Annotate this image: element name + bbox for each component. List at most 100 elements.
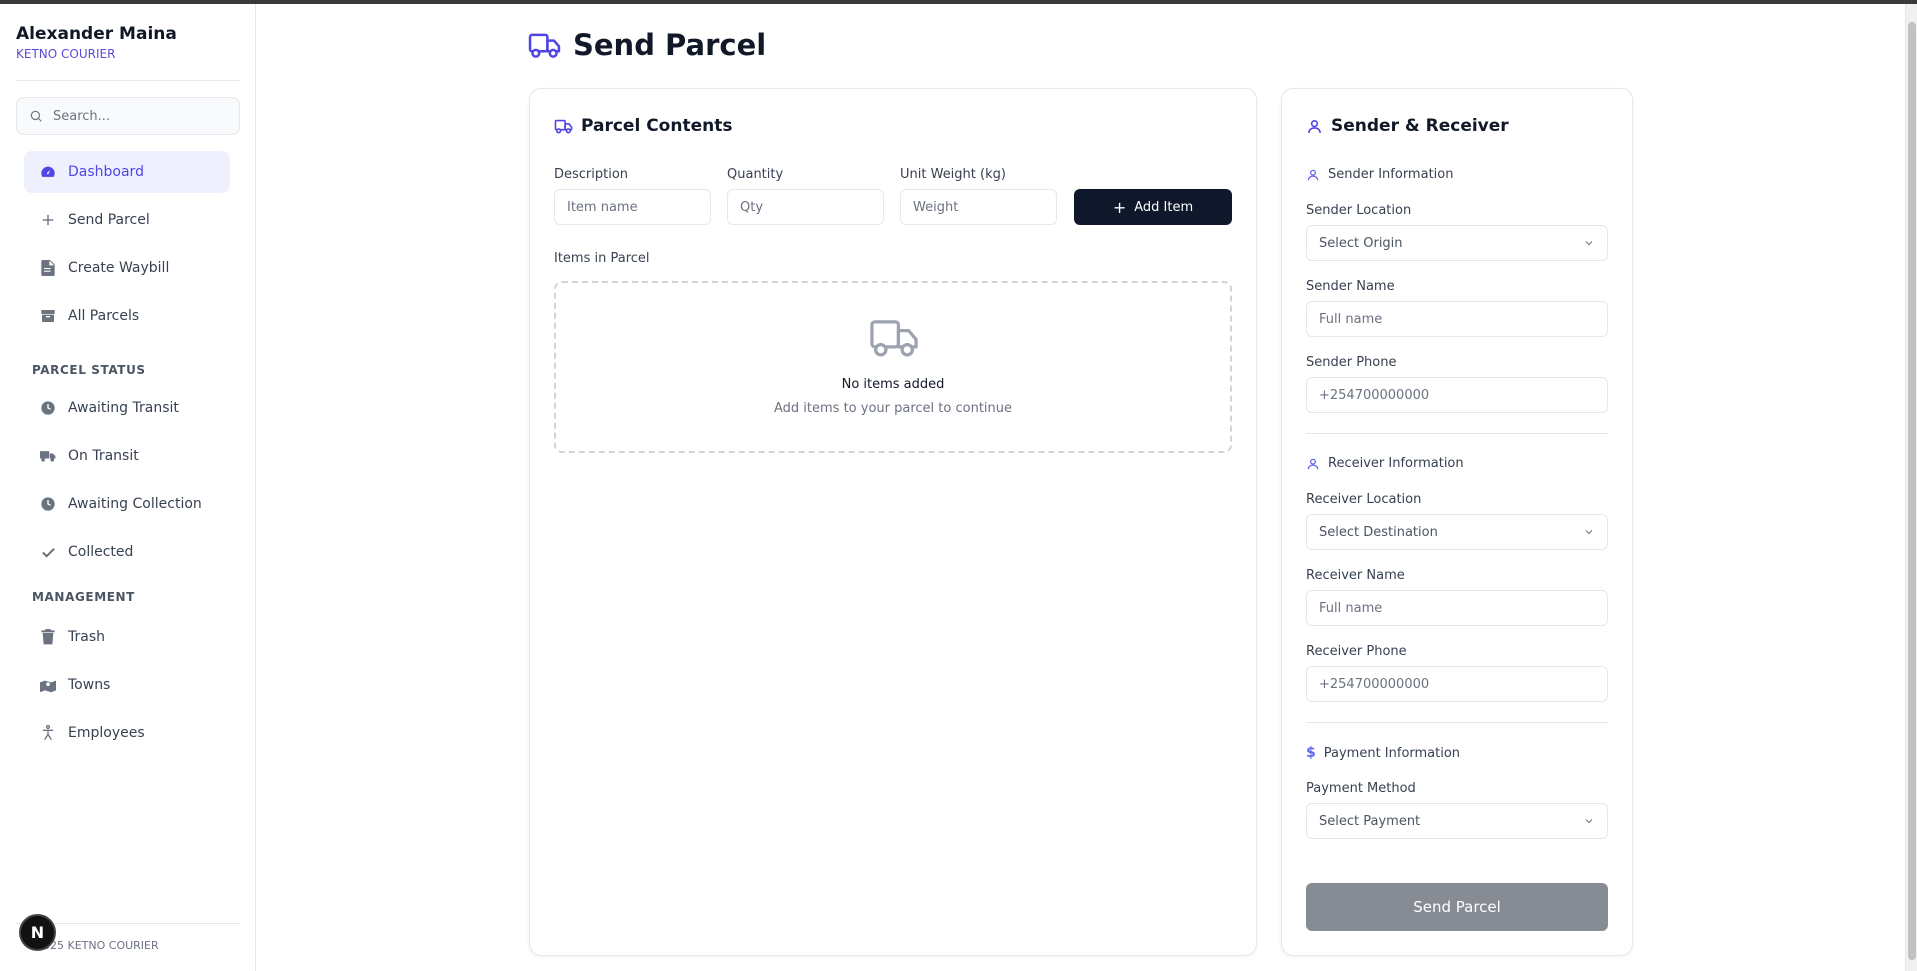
select-value: Select Payment [1319, 813, 1421, 829]
sidebar-item-label: Collected [68, 544, 134, 560]
plus-icon: + [1112, 197, 1127, 217]
sender-location-select[interactable]: Select Origin [1306, 225, 1608, 261]
add-item-label: Add Item [1134, 199, 1194, 215]
description-input[interactable] [554, 189, 711, 225]
send-parcel-button[interactable]: Send Parcel [1306, 883, 1608, 931]
dollar-icon: $ [1306, 745, 1316, 761]
plus-icon [40, 212, 56, 228]
truck-icon [869, 317, 919, 363]
quantity-input[interactable] [727, 189, 884, 225]
search-input[interactable] [53, 108, 233, 124]
sub-heading-text: Payment Information [1323, 745, 1461, 761]
scrollbar-thumb[interactable] [1908, 22, 1916, 960]
clock-icon [40, 400, 56, 416]
sidebar-item-awaiting-transit[interactable]: Awaiting Transit [24, 387, 230, 429]
empty-title: No items added [841, 377, 945, 392]
select-value: Select Origin [1319, 235, 1403, 251]
parcel-contents-title: Parcel Contents [554, 116, 732, 136]
map-icon [40, 677, 56, 693]
sidebar-item-label: Awaiting Collection [68, 496, 202, 512]
clock-icon [40, 496, 56, 512]
receiver-information-heading: Receiver Information [1306, 456, 1464, 471]
sidebar-item-employees[interactable]: Employees [24, 712, 230, 754]
sidebar-item-dashboard[interactable]: Dashboard [24, 151, 230, 193]
package-icon [40, 308, 56, 324]
document-icon [40, 260, 56, 276]
sender-name-input[interactable] [1306, 301, 1608, 337]
section-label-parcel-status: PARCEL STATUS [32, 363, 146, 377]
sender-information-heading: Sender Information [1306, 167, 1453, 182]
sidebar-item-awaiting-collection[interactable]: Awaiting Collection [24, 483, 230, 525]
sender-name-label: Sender Name [1306, 279, 1395, 294]
user-icon [1306, 457, 1320, 471]
payment-information-heading: $ Payment Information [1306, 745, 1460, 761]
user-icon [1306, 118, 1323, 135]
description-label: Description [554, 167, 629, 182]
empty-items-area: No items added Add items to your parcel … [554, 281, 1232, 453]
page-title: Send Parcel [573, 28, 767, 62]
sender-phone-label: Sender Phone [1306, 355, 1397, 370]
sidebar-item-collected[interactable]: Collected [24, 531, 230, 573]
sidebar-item-towns[interactable]: Towns [24, 664, 230, 706]
dashboard-icon [40, 164, 56, 180]
copyright: 2025 KETNO COURIER [36, 939, 159, 952]
sidebar-item-all-parcels[interactable]: All Parcels [24, 295, 230, 337]
dev-tools-badge[interactable]: N [19, 914, 56, 951]
sender-location-label: Sender Location [1306, 203, 1412, 218]
quantity-label: Quantity [727, 167, 784, 182]
chevron-down-icon [1583, 815, 1595, 827]
check-icon [40, 544, 56, 560]
user-info: Alexander Maina KETNO COURIER [16, 24, 177, 61]
truck-icon [528, 32, 561, 59]
truck-icon [554, 119, 573, 134]
page-header: Send Parcel [528, 28, 766, 62]
sidebar-item-label: Dashboard [68, 164, 144, 180]
card-title-text: Sender & Receiver [1331, 116, 1509, 136]
select-value: Select Destination [1319, 524, 1438, 540]
empty-subtitle: Add items to your parcel to continue [774, 401, 1012, 416]
sidebar: Alexander Maina KETNO COURIER Dashboard … [0, 4, 256, 971]
weight-label: Unit Weight (kg) [900, 167, 1006, 182]
sender-phone-input[interactable] [1306, 377, 1608, 413]
sidebar-item-label: Awaiting Transit [68, 400, 179, 416]
sidebar-item-label: On Transit [68, 448, 139, 464]
search-icon [29, 109, 43, 123]
truck-icon [40, 448, 56, 464]
search-box[interactable] [16, 97, 240, 135]
sidebar-item-label: Send Parcel [68, 212, 150, 228]
section-divider [1306, 433, 1608, 434]
user-icon [1306, 168, 1320, 182]
sidebar-item-label: Create Waybill [68, 260, 170, 276]
page-scrollbar[interactable] [1905, 4, 1917, 971]
browser-top-bar [0, 0, 1917, 4]
section-label-management: MANAGEMENT [32, 590, 135, 604]
sub-heading-text: Receiver Information [1328, 456, 1464, 471]
weight-input[interactable] [900, 189, 1057, 225]
sub-heading-text: Sender Information [1328, 167, 1454, 182]
sidebar-item-create-waybill[interactable]: Create Waybill [24, 247, 230, 289]
payment-method-select[interactable]: Select Payment [1306, 803, 1608, 839]
sidebar-item-label: Trash [68, 629, 105, 645]
add-item-button[interactable]: + Add Item [1074, 189, 1232, 225]
person-icon [40, 725, 56, 741]
sender-receiver-title: Sender & Receiver [1306, 116, 1509, 136]
company-name: KETNO COURIER [16, 47, 116, 61]
sidebar-item-label: Employees [68, 725, 145, 741]
sidebar-item-send-parcel[interactable]: Send Parcel [24, 199, 230, 241]
user-name: Alexander Maina [16, 24, 177, 44]
payment-method-label: Payment Method [1306, 781, 1416, 796]
receiver-phone-input[interactable] [1306, 666, 1608, 702]
chevron-down-icon [1583, 237, 1595, 249]
chevron-down-icon [1583, 526, 1595, 538]
receiver-location-label: Receiver Location [1306, 492, 1422, 507]
sidebar-item-label: Towns [68, 677, 111, 693]
receiver-name-label: Receiver Name [1306, 568, 1405, 583]
sidebar-divider [16, 80, 240, 81]
sidebar-item-trash[interactable]: Trash [24, 616, 230, 658]
receiver-location-select[interactable]: Select Destination [1306, 514, 1608, 550]
receiver-phone-label: Receiver Phone [1306, 644, 1407, 659]
trash-icon [40, 629, 56, 645]
sidebar-item-on-transit[interactable]: On Transit [24, 435, 230, 477]
items-in-parcel-label: Items in Parcel [554, 251, 650, 266]
receiver-name-input[interactable] [1306, 590, 1608, 626]
